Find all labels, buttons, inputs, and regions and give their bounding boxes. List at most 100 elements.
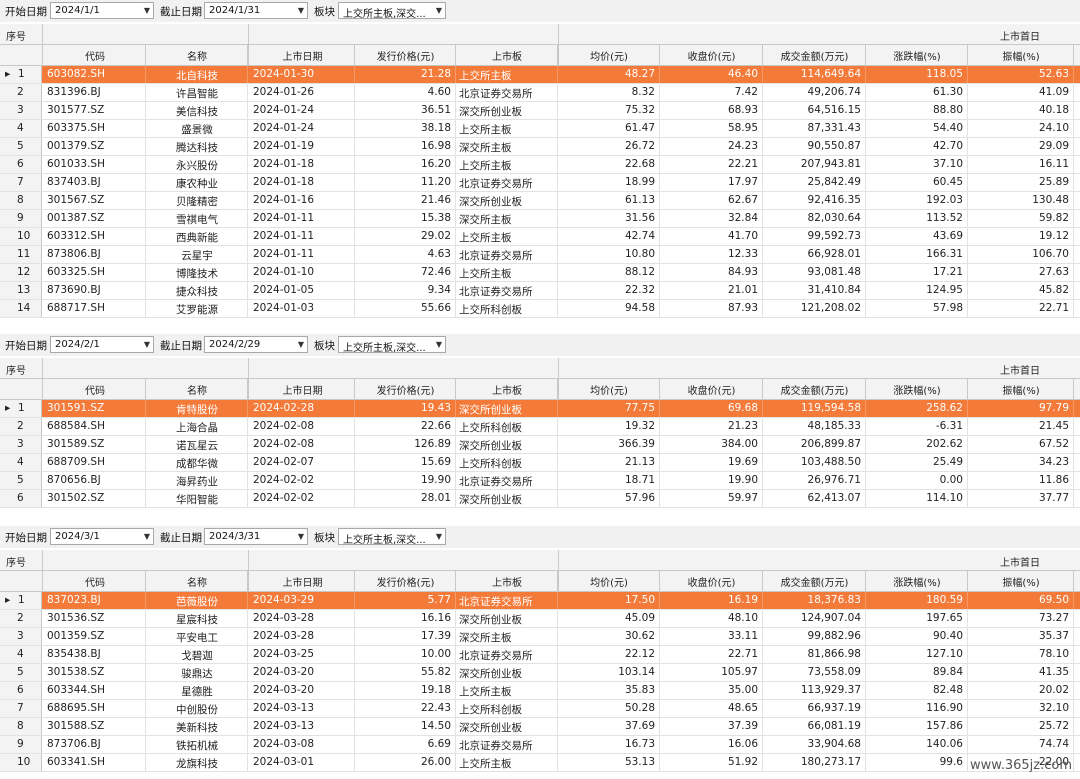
cell-board[interactable]: 北京证券交易所 — [459, 648, 533, 663]
cell-code[interactable]: 301538.SZ — [47, 666, 104, 678]
cell-price[interactable]: 5.77 — [355, 594, 451, 606]
column-header-close[interactable]: 收盘价(元) — [660, 48, 763, 63]
cell-close[interactable]: 19.69 — [660, 456, 758, 468]
cell-board[interactable]: 深交所创业板 — [459, 402, 522, 417]
cell-amp[interactable]: 73.27 — [968, 612, 1069, 624]
cell-board[interactable]: 深交所主板 — [459, 140, 512, 155]
table-row[interactable]: 6 603344.SH 星德胜 2024-03-20 19.18 上交所主板 35.83 35… — [0, 682, 1080, 700]
cell-avg[interactable]: 61.13 — [558, 194, 655, 206]
cell-code[interactable]: 837403.BJ — [47, 176, 101, 188]
column-header-date[interactable]: 上市日期 — [250, 574, 355, 589]
start-date-picker[interactable]: 2024/2/1 ▼ — [50, 336, 154, 353]
cell-amp[interactable]: 29.09 — [968, 140, 1069, 152]
row-header[interactable]: 4 — [0, 454, 42, 471]
cell-price[interactable]: 15.38 — [355, 212, 451, 224]
cell-amount[interactable]: 121,208.02 — [763, 302, 861, 314]
table-row[interactable]: 2 688584.SH 上海合晶 2024-02-08 22.66 上交所科创板 19.32… — [0, 418, 1080, 436]
cell-price[interactable]: 126.89 — [355, 438, 451, 450]
row-header[interactable]: ▸ 1 — [0, 592, 42, 609]
cell-board[interactable]: 深交所主板 — [459, 630, 512, 645]
cell-name[interactable]: 捷众科技 — [146, 284, 248, 299]
cell-date[interactable]: 2024-01-18 — [253, 176, 314, 188]
cell-close[interactable]: 41.70 — [660, 230, 758, 242]
cell-price[interactable]: 17.39 — [355, 630, 451, 642]
column-header-close[interactable]: 收盘价(元) — [660, 574, 763, 589]
cell-chg[interactable]: 25.49 — [866, 456, 963, 468]
cell-avg[interactable]: 50.28 — [558, 702, 655, 714]
cell-date[interactable]: 2024-01-11 — [253, 248, 314, 260]
row-header[interactable]: 6 — [0, 490, 42, 507]
cell-price[interactable]: 36.51 — [355, 104, 451, 116]
cell-board[interactable]: 上交所主板 — [459, 756, 512, 771]
cell-amp[interactable]: 59.82 — [968, 212, 1069, 224]
cell-amp[interactable]: 25.72 — [968, 720, 1069, 732]
row-header[interactable]: 3 — [0, 436, 42, 453]
cell-date[interactable]: 2024-03-28 — [253, 630, 314, 642]
cell-date[interactable]: 2024-01-11 — [253, 230, 314, 242]
cell-close[interactable]: 12.33 — [660, 248, 758, 260]
row-header[interactable]: 10 — [0, 754, 42, 771]
cell-board[interactable]: 深交所创业板 — [459, 194, 522, 209]
table-row[interactable]: 8 301567.SZ 贝隆精密 2024-01-16 21.46 深交所创业板 61.13… — [0, 192, 1080, 210]
cell-amp[interactable]: 40.18 — [968, 104, 1069, 116]
row-header[interactable]: 10 — [0, 228, 42, 245]
cell-chg[interactable]: 180.59 — [866, 594, 963, 606]
cell-name[interactable]: 铁拓机械 — [146, 738, 248, 753]
table-row[interactable]: 4 603375.SH 盛景微 2024-01-24 38.18 上交所主板 61.47 58… — [0, 120, 1080, 138]
cell-close[interactable]: 19.90 — [660, 474, 758, 486]
cell-amp[interactable]: 22.71 — [968, 302, 1069, 314]
cell-code[interactable]: 301567.SZ — [47, 194, 104, 206]
cell-amount[interactable]: 66,928.01 — [763, 248, 861, 260]
cell-board[interactable]: 上交所科创板 — [459, 456, 522, 471]
cell-chg[interactable]: 57.98 — [866, 302, 963, 314]
cell-board[interactable]: 北京证券交易所 — [459, 248, 533, 263]
cell-close[interactable]: 37.39 — [660, 720, 758, 732]
cell-avg[interactable]: 48.27 — [558, 68, 655, 80]
row-header[interactable]: 12 — [0, 264, 42, 281]
cell-amp[interactable]: 20.02 — [968, 684, 1069, 696]
chevron-down-icon[interactable]: ▼ — [144, 532, 150, 541]
table-row[interactable]: ▸ 1 837023.BJ 芭薇股份 2024-03-29 5.77 北京证券交易所 17.5… — [0, 592, 1080, 610]
cell-board[interactable]: 深交所创业板 — [459, 438, 522, 453]
cell-date[interactable]: 2024-01-05 — [253, 284, 314, 296]
cell-avg[interactable]: 35.83 — [558, 684, 655, 696]
column-header-avg[interactable]: 均价(元) — [558, 382, 660, 397]
cell-price[interactable]: 9.34 — [355, 284, 451, 296]
column-header-board[interactable]: 上市板 — [456, 48, 558, 63]
cell-avg[interactable]: 94.58 — [558, 302, 655, 314]
table-row[interactable]: 11 873806.BJ 云星宇 2024-01-11 4.63 北京证券交易所 10.80… — [0, 246, 1080, 264]
cell-amp[interactable]: 74.74 — [968, 738, 1069, 750]
cell-amount[interactable]: 26,976.71 — [763, 474, 861, 486]
cell-amp[interactable]: 106.70 — [968, 248, 1069, 260]
cell-close[interactable]: 24.23 — [660, 140, 758, 152]
cell-close[interactable]: 384.00 — [660, 438, 758, 450]
chevron-down-icon[interactable]: ▼ — [436, 532, 442, 541]
cell-chg[interactable]: 124.95 — [866, 284, 963, 296]
cell-board[interactable]: 深交所创业板 — [459, 612, 522, 627]
column-header-name[interactable]: 名称 — [146, 48, 248, 63]
cell-chg[interactable]: 17.21 — [866, 266, 963, 278]
cell-board[interactable]: 深交所创业板 — [459, 492, 522, 507]
table-row[interactable]: 5 001379.SZ 腾达科技 2024-01-19 16.98 深交所主板 26.72 2… — [0, 138, 1080, 156]
cell-price[interactable]: 19.43 — [355, 402, 451, 414]
cell-code[interactable]: 873690.BJ — [47, 284, 101, 296]
cell-date[interactable]: 2024-03-20 — [253, 666, 314, 678]
cell-code[interactable]: 873706.BJ — [47, 738, 101, 750]
cell-name[interactable]: 芭薇股份 — [146, 594, 248, 609]
cell-chg[interactable]: 140.06 — [866, 738, 963, 750]
chevron-down-icon[interactable]: ▼ — [144, 340, 150, 349]
cell-code[interactable]: 001359.SZ — [47, 630, 104, 642]
cell-price[interactable]: 72.46 — [355, 266, 451, 278]
cell-name[interactable]: 北自科技 — [146, 68, 248, 83]
cell-chg[interactable]: 99.6 — [866, 756, 963, 768]
cell-code[interactable]: 001387.SZ — [47, 212, 104, 224]
cell-amount[interactable]: 18,376.83 — [763, 594, 861, 606]
cell-board[interactable]: 上交所科创板 — [459, 302, 522, 317]
board-select[interactable]: 上交所主板,深交... ▼ — [338, 2, 446, 20]
cell-date[interactable]: 2024-01-16 — [253, 194, 314, 206]
table-row[interactable]: 4 835438.BJ 戈碧迦 2024-03-25 10.00 北京证券交易所 22.12… — [0, 646, 1080, 664]
cell-close[interactable]: 48.65 — [660, 702, 758, 714]
cell-avg[interactable]: 45.09 — [558, 612, 655, 624]
cell-amount[interactable]: 73,558.09 — [763, 666, 861, 678]
row-header[interactable]: 2 — [0, 610, 42, 627]
